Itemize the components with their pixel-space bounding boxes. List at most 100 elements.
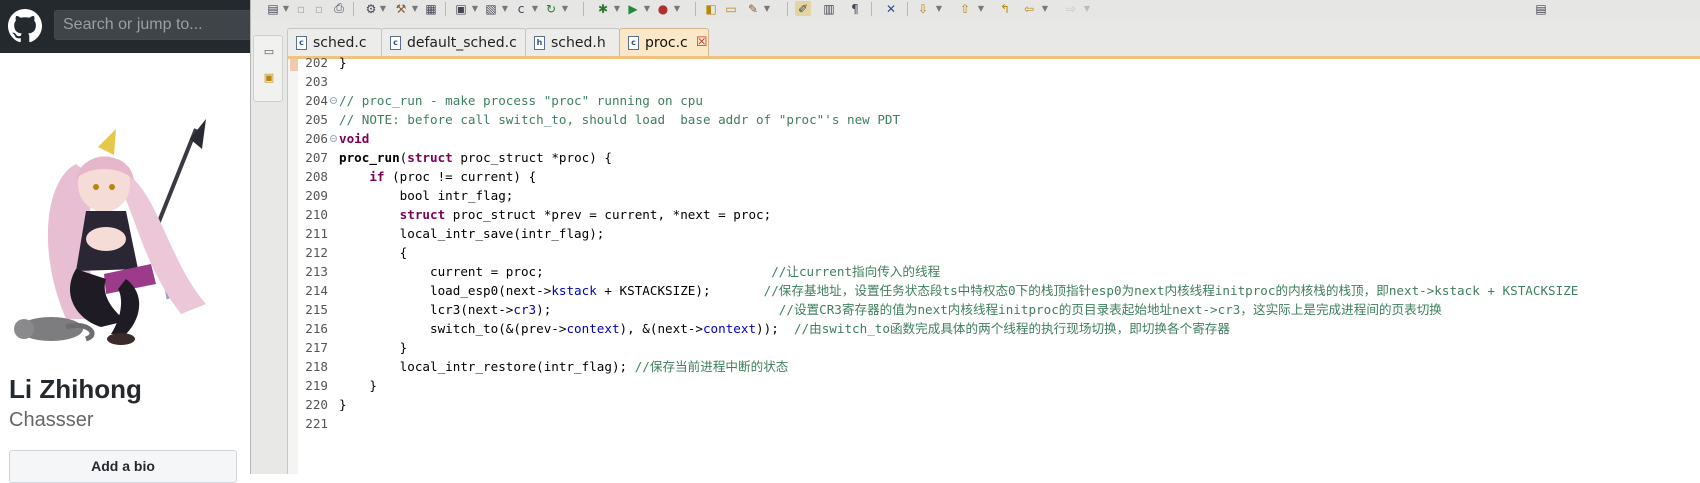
profile-login: Chassser	[9, 409, 94, 431]
chevron-down-icon[interactable]: ▼	[411, 1, 419, 16]
build-hammer-icon[interactable]: ⚒	[393, 1, 409, 16]
profile-name: Li Zhihong	[9, 374, 142, 404]
tab-label: default_sched.c	[407, 34, 517, 51]
c-file-icon: c	[628, 35, 639, 50]
code-line: }	[339, 378, 377, 393]
next-annotation-icon[interactable]: ⇩	[915, 1, 931, 16]
code-line: switch_to(&(prev->context), &(next->cont…	[339, 321, 1230, 336]
minimized-view-strip: ▭ ▣	[253, 35, 283, 102]
line-number: 206	[305, 131, 328, 146]
comment: //让current指向传入的线程	[771, 264, 941, 279]
chevron-down-icon[interactable]: ▼	[471, 1, 479, 16]
tab-label: sched.h	[551, 34, 606, 51]
search-icon[interactable]: ✎	[745, 1, 761, 16]
editor-tab-bar: c sched.c c default_sched.c h sched.h c …	[287, 26, 1700, 57]
profile-panel: Li Zhihong Chassser Add a bio	[0, 53, 250, 483]
code-line: lcr3(next->cr3); //设置CR3寄存器的值为next内核线程in…	[339, 302, 1442, 317]
line-number: 211	[305, 226, 328, 241]
chevron-down-icon[interactable]: ▼	[501, 1, 509, 16]
code-line: struct proc_struct *prev = current, *nex…	[399, 207, 772, 222]
project-explorer-icon[interactable]: ▣	[262, 71, 276, 85]
code-line: local_intr_restore(intr_flag); //保存当前进程中…	[339, 359, 789, 374]
code-area[interactable]: } // proc_run - make process "proc" runn…	[339, 55, 1699, 474]
forward-arrow-icon[interactable]: ⇨	[1063, 1, 1079, 16]
open-folder-icon[interactable]: ▭	[723, 1, 739, 16]
search-input[interactable]: Search or jump to...	[54, 10, 264, 40]
close-icon[interactable]: ☒	[696, 35, 708, 50]
line-number: 219	[305, 378, 328, 393]
run-icon[interactable]: ▶	[625, 1, 641, 16]
line-number: 212	[305, 245, 328, 260]
pin-icon[interactable]: ✕	[883, 1, 899, 16]
line-number: 216	[305, 321, 328, 336]
show-whitespace-icon[interactable]: ¶	[847, 1, 863, 16]
code-line: }	[339, 340, 408, 355]
block-selection-icon[interactable]: ▥	[821, 1, 837, 16]
new-source-folder-icon[interactable]: ▧	[483, 1, 499, 16]
code-line: current = proc; //让current指向传入的线程	[339, 264, 941, 279]
ruler-marker	[290, 59, 298, 71]
perspective-icon[interactable]: ▤	[1533, 1, 1549, 16]
line-number: 209	[305, 188, 328, 203]
external-tools-icon[interactable]: ●	[655, 1, 671, 16]
save-all-icon[interactable]: ▫	[311, 1, 327, 16]
chevron-down-icon[interactable]: ▼	[1041, 1, 1049, 16]
chevron-down-icon[interactable]: ▼	[643, 1, 651, 16]
code-line: proc_run(struct proc_struct *proc) {	[339, 150, 612, 165]
new-file-icon[interactable]: ▤	[265, 1, 281, 16]
chevron-down-icon[interactable]: ▼	[379, 1, 387, 16]
restore-view-icon[interactable]: ▭	[262, 45, 276, 59]
line-number: 220	[305, 397, 328, 412]
chevron-down-icon[interactable]: ▼	[763, 1, 771, 16]
last-edit-location-icon[interactable]: ↰	[997, 1, 1013, 16]
tab-proc-c[interactable]: c proc.c ☒	[619, 28, 709, 56]
fold-toggle-icon[interactable]: −	[330, 97, 337, 104]
field: context	[566, 321, 620, 336]
chevron-down-icon[interactable]: ▼	[977, 1, 985, 16]
line-number-gutter: 202 203 204 205 206 207 208 209 210 211 …	[300, 55, 338, 474]
line-number: 203	[305, 74, 328, 89]
debug-bug-icon[interactable]: ✱	[595, 1, 611, 16]
chevron-down-icon[interactable]: ▼	[613, 1, 621, 16]
eclipse-ide-window: ▤ ▼ ▫ ▫ ⎙ ⚙ ▼ ⚒ ▼ ▦ ▣ ▼ ▧ ▼ c ▼ ↻ ▼ ✱ ▼ …	[250, 0, 1700, 474]
github-logo-icon[interactable]	[8, 9, 42, 43]
print-icon[interactable]: ⎙	[331, 1, 347, 16]
mark-occurrences-icon[interactable]: ✐	[795, 1, 811, 16]
chevron-down-icon[interactable]: ▼	[531, 1, 539, 16]
code-line: bool intr_flag;	[339, 188, 514, 203]
tab-label: proc.c	[645, 34, 688, 51]
keyword: struct	[399, 207, 446, 222]
chevron-down-icon[interactable]: ▼	[673, 1, 681, 16]
main-toolbar: ▤ ▼ ▫ ▫ ⎙ ⚙ ▼ ⚒ ▼ ▦ ▣ ▼ ▧ ▼ c ▼ ↻ ▼ ✱ ▼ …	[251, 0, 1700, 20]
save-icon[interactable]: ▫	[293, 1, 309, 16]
function-name: proc_run	[339, 150, 400, 165]
line-number: 214	[305, 283, 328, 298]
line-number: 210	[305, 207, 328, 222]
chevron-down-icon[interactable]: ▼	[935, 1, 943, 16]
tab-default-sched-c[interactable]: c default_sched.c	[381, 28, 526, 56]
fold-toggle-icon[interactable]: −	[330, 135, 337, 142]
avatar	[14, 119, 206, 345]
tab-sched-h[interactable]: h sched.h	[525, 28, 620, 56]
line-number: 213	[305, 264, 328, 279]
line-number: 217	[305, 340, 328, 355]
back-arrow-icon[interactable]: ⇦	[1021, 1, 1037, 16]
code-line: local_intr_save(intr_flag);	[339, 226, 605, 241]
chevron-down-icon[interactable]: ▼	[282, 1, 290, 16]
keyword: void	[339, 131, 370, 146]
new-class-icon[interactable]: c	[513, 1, 529, 16]
previous-annotation-icon[interactable]: ⇧	[957, 1, 973, 16]
open-type-icon[interactable]: ◧	[703, 1, 719, 16]
chevron-down-icon[interactable]: ▼	[561, 1, 569, 16]
code-editor[interactable]: 202 203 204 205 206 207 208 209 210 211 …	[287, 55, 1700, 474]
new-project-icon[interactable]: ▣	[453, 1, 469, 16]
binary-icon[interactable]: ▦	[423, 1, 439, 16]
line-number: 205	[305, 112, 328, 127]
refresh-icon[interactable]: ↻	[543, 1, 559, 16]
settings-gear-icon[interactable]: ⚙	[363, 1, 379, 16]
add-bio-button[interactable]: Add a bio	[9, 450, 237, 483]
line-number: 202	[305, 55, 328, 70]
h-file-icon: h	[534, 35, 545, 50]
keyword: if	[369, 169, 385, 184]
chevron-down-icon[interactable]: ▼	[1083, 1, 1091, 16]
